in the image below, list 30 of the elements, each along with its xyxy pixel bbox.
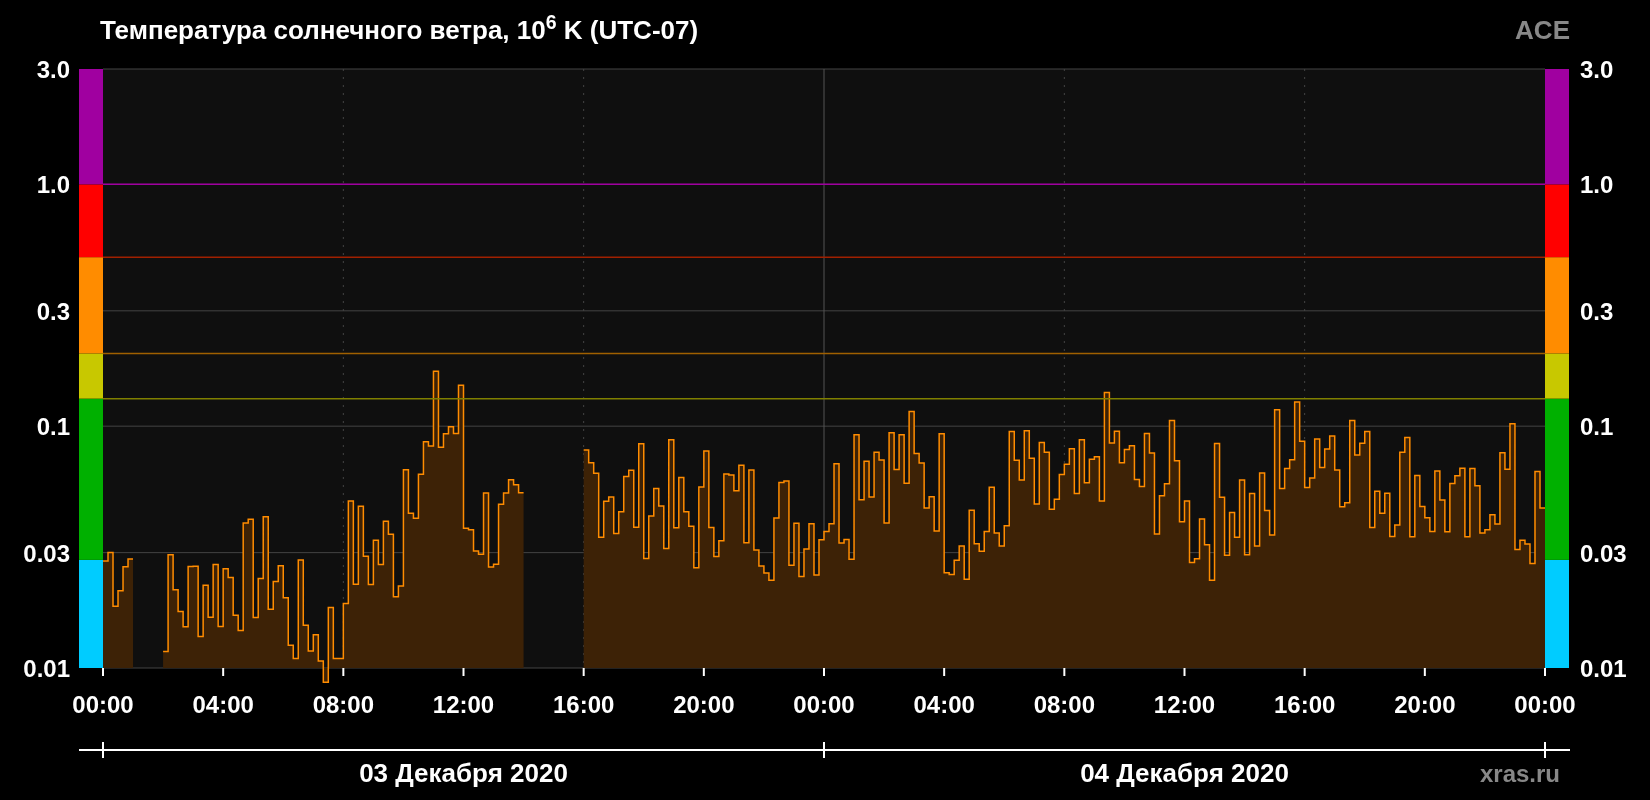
axis-label: 0.1 xyxy=(36,413,70,441)
chart-title: Температура солнечного ветра, 10$^{6}$ K (UTC-07) xyxy=(100,10,699,47)
date-label: 04 Декабря 2020 xyxy=(1080,758,1289,788)
axis-label: 16:00 xyxy=(552,691,615,718)
axis-label: 20:00 xyxy=(673,691,735,718)
axis-label: 12:00 xyxy=(1153,691,1216,718)
axis-label: 00:00 xyxy=(793,691,855,718)
axis-label: 04:00 xyxy=(913,691,975,718)
axis-label: 12:00 xyxy=(432,691,495,718)
axis-label: 20:00 xyxy=(1394,691,1456,718)
axis-label: 0.01 xyxy=(1580,655,1627,682)
source-label: ACE xyxy=(1515,13,1570,47)
date-label: 03 Декабря 2020 xyxy=(359,758,568,788)
axis-label: 1.0 xyxy=(36,171,70,199)
axis-label: 1.0 xyxy=(1580,171,1614,199)
axis-label: 00:00 xyxy=(72,691,134,718)
axis-label: 04:00 xyxy=(192,691,254,718)
axis-label: 0.01 xyxy=(23,655,70,682)
axis-label: 08:00 xyxy=(312,691,375,718)
axis-label: 3.0 xyxy=(36,60,70,83)
credit-label: xras.ru xyxy=(1479,760,1560,787)
axis-label: 0.3 xyxy=(1580,297,1614,325)
axis-label: 0.03 xyxy=(23,539,70,567)
axis-label: 00:00 xyxy=(1514,691,1576,718)
axis-label: 08:00 xyxy=(1033,691,1096,718)
axis-label: 3.0 xyxy=(1580,60,1614,83)
axis-label: 0.3 xyxy=(36,297,70,325)
axis-label: 16:00 xyxy=(1273,691,1336,718)
axis-label: 0.1 xyxy=(1580,413,1614,441)
axis-label: 0.03 xyxy=(1580,539,1627,567)
